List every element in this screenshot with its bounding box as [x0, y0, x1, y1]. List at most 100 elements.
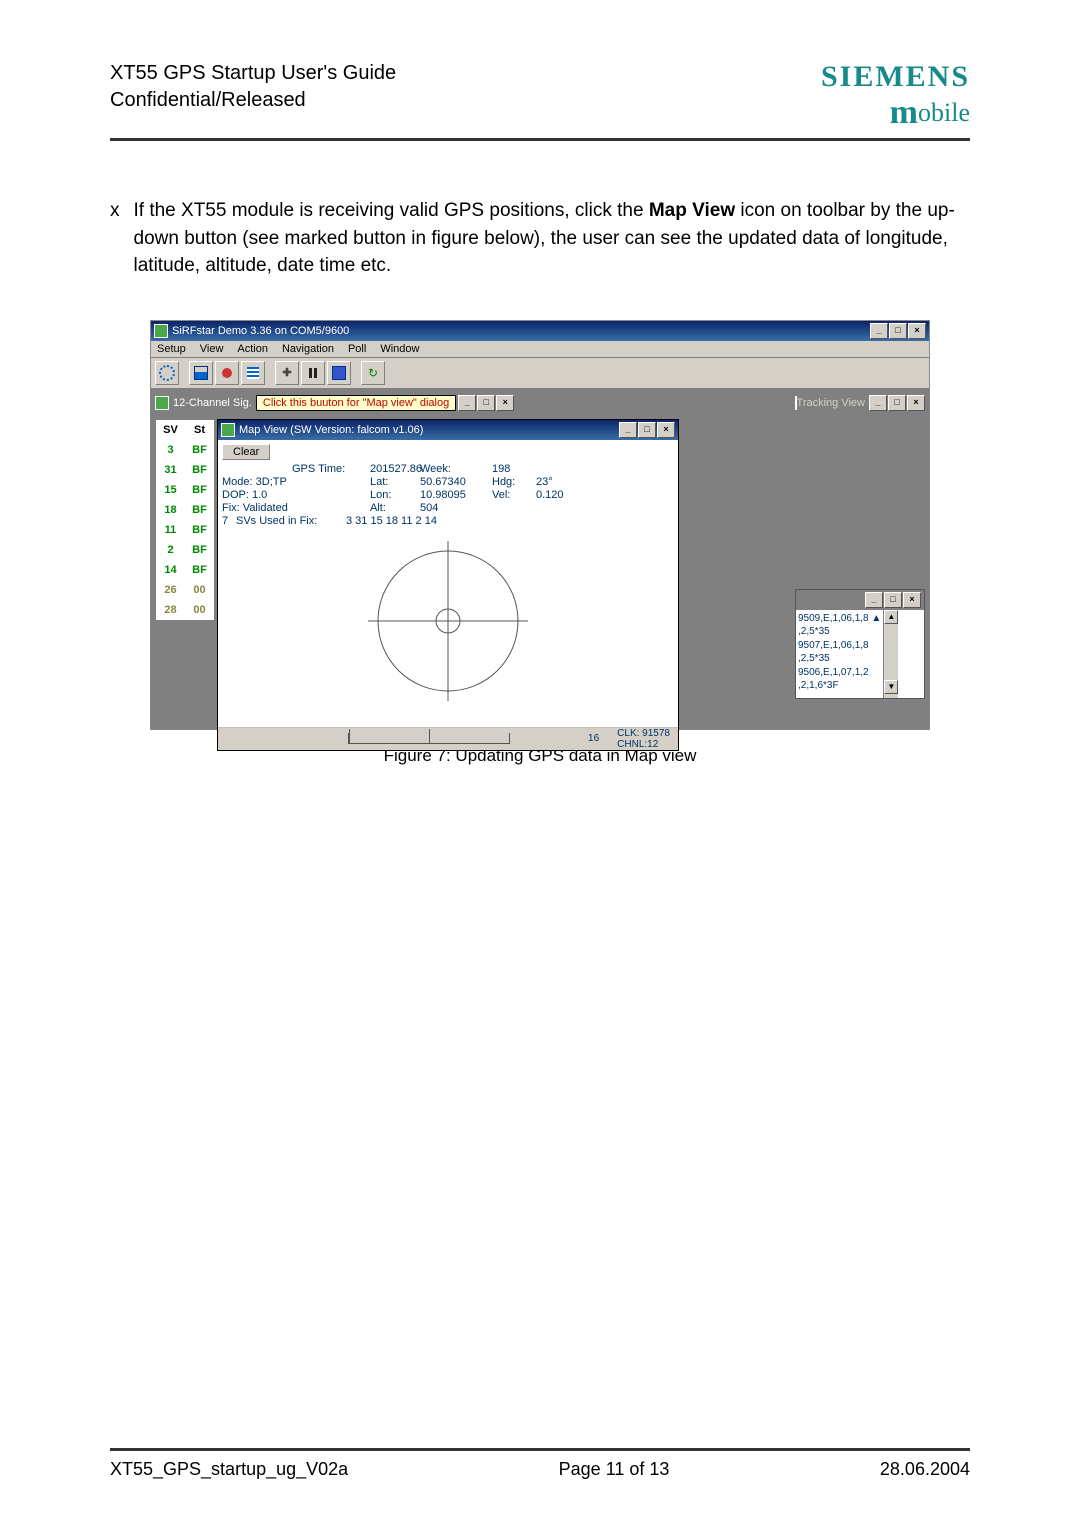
figure: SiRFstar Demo 3.36 on COM5/9600 _ □ × Se… — [150, 320, 930, 766]
tracking-mini-min[interactable]: _ — [865, 592, 883, 608]
tracking-scrollbar[interactable]: ▲ ▼ — [883, 610, 898, 698]
toolbar-grid-button[interactable] — [241, 361, 265, 385]
label-hdg: Hdg: — [492, 476, 536, 488]
tracking-close-button[interactable]: × — [907, 395, 925, 411]
app-icon — [154, 324, 168, 338]
sv-row: 2600 — [156, 580, 214, 600]
gear-icon — [159, 365, 175, 381]
track-line: ,2,5*35 — [798, 625, 881, 639]
track-line: ,2,1,6*3F — [798, 679, 881, 693]
clear-button[interactable]: Clear — [222, 444, 270, 460]
value-lat: 50.67340 — [420, 476, 492, 488]
status-clk: CLK: 91578 — [617, 728, 670, 739]
child-icon — [155, 396, 169, 410]
mdi-area: 12-Channel Sig. Click this buuton for "M… — [151, 389, 929, 729]
tracking-window-title[interactable]: Tracking View — [795, 397, 867, 409]
track-line: 9506,E,1,07,1,2 — [798, 666, 881, 680]
menu-view[interactable]: View — [200, 343, 224, 355]
tracking-min-button[interactable]: _ — [869, 395, 887, 411]
scale-ruler — [348, 733, 510, 744]
menu-navigation[interactable]: Navigation — [282, 343, 334, 355]
screenshot: SiRFstar Demo 3.36 on COM5/9600 _ □ × Se… — [150, 320, 930, 730]
save-icon — [332, 366, 346, 380]
chart-icon — [194, 366, 208, 380]
mapview-footer: 16 CLK: 91578 CHNL:12 — [218, 727, 678, 750]
sv-col-st: St — [185, 420, 214, 440]
mapview-titlebar[interactable]: Map View (SW Version: falcom v1.06) _ □ … — [218, 420, 678, 440]
tracking-mini-max[interactable]: □ — [884, 592, 902, 608]
sv-col-sv: SV — [156, 420, 185, 440]
sv-row: 11BF — [156, 520, 214, 540]
menu-window[interactable]: Window — [380, 343, 419, 355]
child-title-strip: 12-Channel Sig. Click this buuton for "M… — [155, 393, 925, 413]
sv-row: 18BF — [156, 500, 214, 520]
mapview-title: Map View (SW Version: falcom v1.06) — [239, 424, 423, 436]
main-titlebar[interactable]: SiRFstar Demo 3.36 on COM5/9600 _ □ × — [151, 321, 929, 341]
minimize-button[interactable]: _ — [870, 323, 888, 339]
footer-left: XT55_GPS_startup_ug_V02a — [110, 1459, 348, 1480]
brand-m: m — [890, 94, 918, 131]
value-vel: 0.120 — [536, 489, 584, 501]
tracking-mini-titlebar[interactable]: _ □ × — [796, 590, 924, 610]
status-right: CLK: 91578 CHNL:12 — [617, 728, 670, 750]
menu-action[interactable]: Action — [237, 343, 268, 355]
toolbar-pause-button[interactable] — [301, 361, 325, 385]
toolbar-refresh-button[interactable]: ↻ — [361, 361, 385, 385]
map-crosshair-icon — [338, 531, 558, 711]
track-line: 9509,E,1,06,1,8 ▲ — [798, 612, 881, 626]
mapview-body: Clear GPS Time: 201527.86 Week: 198 Mode… — [218, 440, 678, 727]
maximize-button[interactable]: □ — [889, 323, 907, 339]
scroll-down-icon[interactable]: ▼ — [884, 680, 898, 694]
ruler-label: 16 — [588, 733, 599, 744]
grid-icon — [247, 367, 259, 379]
tracking-mini-close[interactable]: × — [903, 592, 921, 608]
toolbar-signal-button[interactable] — [189, 361, 213, 385]
tracking-log: 9509,E,1,06,1,8 ▲ ,2,5*35 9507,E,1,06,1,… — [796, 610, 883, 698]
brand-block: SIEMENS mobile — [821, 60, 970, 132]
record-icon — [222, 368, 232, 378]
mapview-hint-tooltip: Click this buuton for "Map view" dialog — [256, 395, 456, 411]
main-window-controls: _ □ × — [870, 323, 926, 339]
sv-row: 2800 — [156, 600, 214, 620]
plus-icon: ✚ — [282, 366, 291, 379]
label-dop: DOP: — [222, 489, 249, 501]
label-lat: Lat: — [370, 476, 420, 488]
tracking-max-button[interactable]: □ — [888, 395, 906, 411]
value-fix: Validated — [243, 502, 288, 514]
channel-window-title[interactable]: 12-Channel Sig. — [169, 397, 256, 409]
label-gpstime: GPS Time: — [292, 463, 370, 475]
value-gpstime: 201527.86 — [370, 463, 420, 475]
menu-bar: Setup View Action Navigation Poll Window — [151, 341, 929, 358]
menu-poll[interactable]: Poll — [348, 343, 366, 355]
page: XT55 GPS Startup User's Guide Confidenti… — [0, 0, 1080, 1528]
doc-title-line2: Confidential/Released — [110, 87, 396, 114]
value-svslist: 3 31 15 18 11 2 14 — [346, 515, 674, 527]
mapview-max-button[interactable]: □ — [638, 422, 656, 438]
close-button[interactable]: × — [908, 323, 926, 339]
mapview-close-button[interactable]: × — [657, 422, 675, 438]
label-week: Week: — [420, 463, 492, 475]
mapview-min-button[interactable]: _ — [619, 422, 637, 438]
refresh-icon: ↻ — [368, 367, 378, 379]
label-vel: Vel: — [492, 489, 536, 501]
brand-sub: mobile — [821, 94, 970, 132]
toolbar-record-button[interactable] — [215, 361, 239, 385]
track-line: ,2,5*35 — [798, 652, 881, 666]
para-bold: Map View — [649, 200, 735, 221]
toolbar-mapview-button[interactable]: ✚ — [275, 361, 299, 385]
channel-close-button[interactable]: × — [496, 395, 514, 411]
map-area[interactable] — [222, 531, 674, 721]
footer-right: 28.06.2004 — [880, 1459, 970, 1480]
menu-setup[interactable]: Setup — [157, 343, 186, 355]
toolbar-settings-button[interactable] — [155, 361, 179, 385]
channel-max-button[interactable]: □ — [477, 395, 495, 411]
channel-min-button[interactable]: _ — [458, 395, 476, 411]
bullet-paragraph: If the XT55 module is receiving valid GP… — [134, 197, 971, 280]
label-mode: Mode: — [222, 476, 253, 488]
scroll-up-icon[interactable]: ▲ — [884, 610, 898, 624]
brand-main: SIEMENS — [821, 60, 970, 94]
toolbar-save-button[interactable] — [327, 361, 351, 385]
doc-title-line1: XT55 GPS Startup User's Guide — [110, 60, 396, 87]
value-alt: 504 — [420, 502, 492, 514]
label-fix: Fix: — [222, 502, 240, 514]
